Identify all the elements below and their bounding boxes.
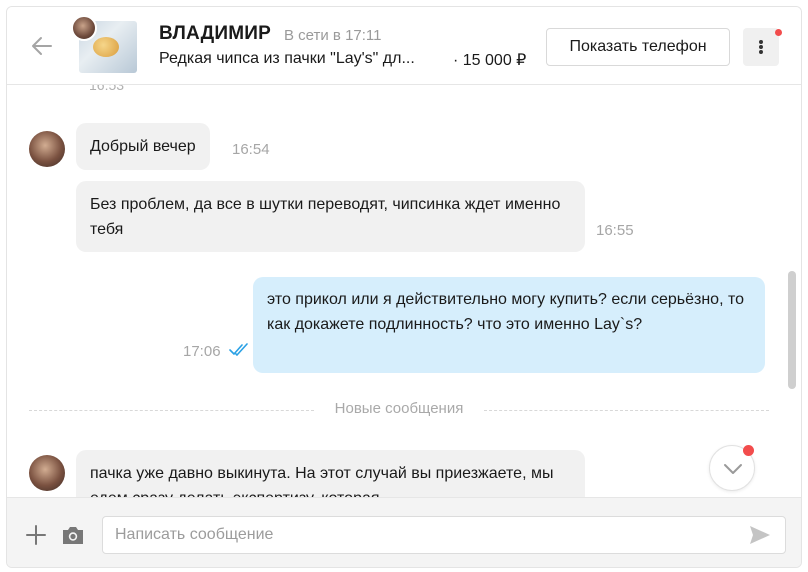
scroll-to-bottom-button[interactable] [709, 445, 755, 491]
divider-label: Новые сообщения [322, 400, 476, 417]
message-time: 17:06 [183, 343, 221, 360]
message-bubble-outgoing: это прикол или я действительно могу купи… [253, 277, 765, 373]
ad-title-link[interactable]: Редкая чипса из пачки "Lay's" дл... [159, 50, 444, 68]
camera-icon[interactable] [61, 524, 85, 546]
message-time: 16:53 [89, 85, 125, 93]
message-text: Без проблем, да все в шутки переводят, ч… [90, 196, 561, 238]
seller-avatar[interactable] [71, 15, 97, 41]
send-icon[interactable] [748, 524, 772, 546]
message-text: это прикол или я действительно могу купи… [267, 291, 745, 333]
message-time: 16:54 [232, 141, 270, 158]
back-arrow-icon[interactable] [29, 33, 55, 59]
new-messages-divider: Новые сообщения [29, 400, 769, 417]
show-phone-button[interactable]: Показать телефон [546, 28, 730, 66]
message-bubble-incoming: Добрый вечер [76, 123, 210, 170]
sender-avatar [29, 455, 65, 491]
more-options-button[interactable] [743, 28, 782, 66]
message-time: 16:55 [596, 222, 634, 239]
chat-header: ВЛАДИМИР В сети в 17:11 Редкая чипса из … [7, 7, 801, 85]
notification-dot [743, 445, 754, 456]
chevron-down-icon [724, 464, 742, 474]
ad-price: · 15 000 ₽ [453, 52, 527, 69]
sender-avatar [29, 131, 65, 167]
double-check-icon [229, 343, 248, 356]
composer [7, 497, 801, 567]
message-bubble-incoming: пачка уже давно выкинута. На этот случай… [76, 450, 585, 497]
plus-icon[interactable] [25, 524, 47, 546]
chat-window: ВЛАДИМИР В сети в 17:11 Редкая чипса из … [6, 6, 802, 568]
message-input[interactable] [102, 516, 786, 554]
scrollbar[interactable] [788, 271, 796, 389]
message-list[interactable]: 16:53 Добрый вечер 16:54 Без проблем, да… [7, 85, 801, 497]
message-bubble-incoming: Без проблем, да все в шутки переводят, ч… [76, 181, 585, 252]
message-text: пачка уже давно выкинута. На этот случай… [90, 465, 554, 497]
message-text: Добрый вечер [90, 138, 196, 155]
notification-dot [775, 29, 782, 36]
seller-name[interactable]: ВЛАДИМИР [159, 23, 271, 45]
seller-online-status: В сети в 17:11 [284, 27, 382, 44]
more-vertical-icon [759, 40, 763, 44]
